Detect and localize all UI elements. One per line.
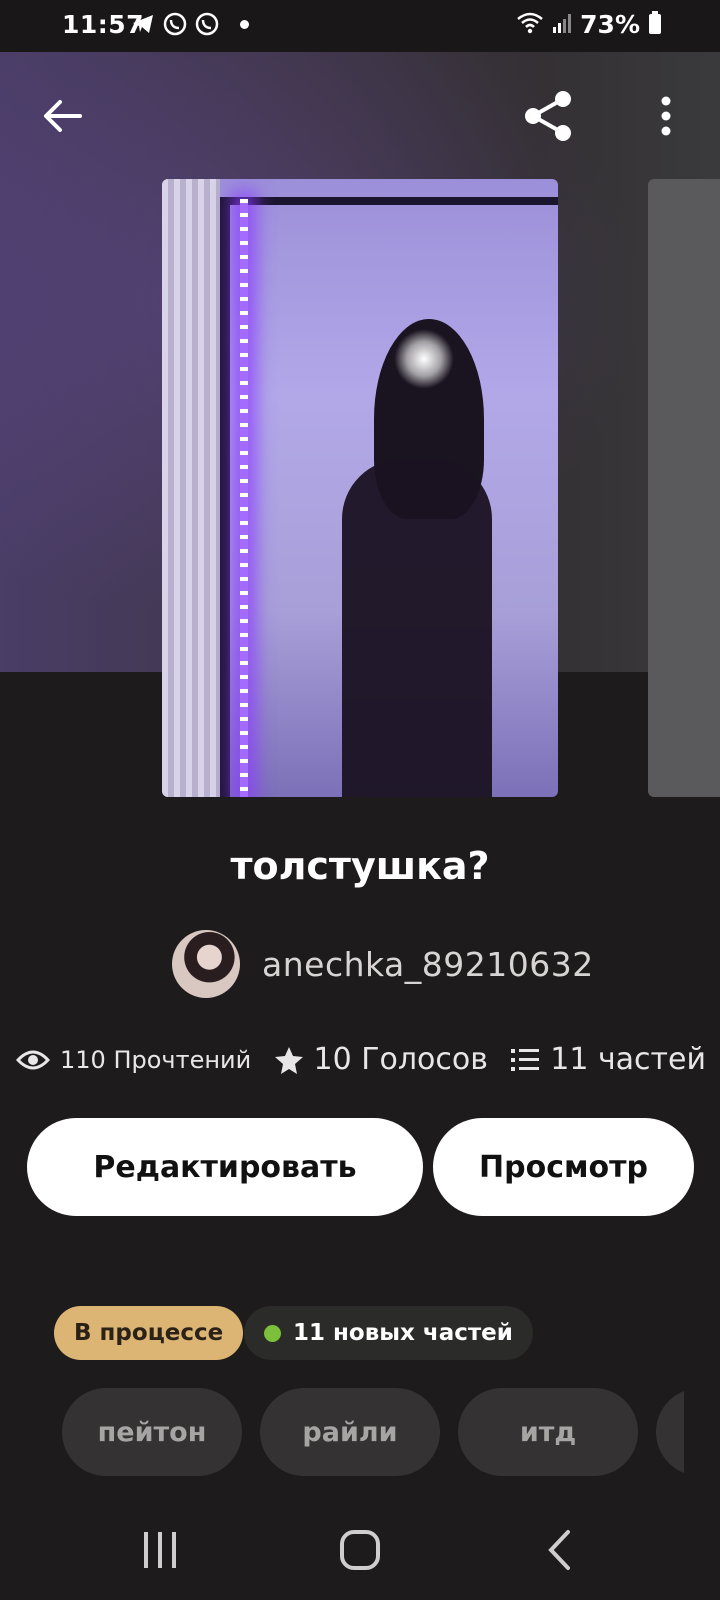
wifi-icon bbox=[516, 11, 544, 39]
signal-icon bbox=[552, 12, 572, 38]
back-nav-button[interactable] bbox=[520, 1510, 600, 1590]
reads-stat: 110 Прочтений bbox=[16, 1046, 251, 1074]
tag-item[interactable]: итд bbox=[458, 1388, 638, 1476]
new-indicator-dot bbox=[264, 1324, 281, 1342]
back-chevron-icon bbox=[548, 1530, 570, 1570]
more-options-button[interactable] bbox=[636, 86, 696, 146]
author-row[interactable]: anechka_89210632 bbox=[172, 930, 594, 998]
list-icon bbox=[511, 1048, 540, 1071]
system-navigation-bar bbox=[0, 1500, 720, 1600]
votes-count: 10 Голосов bbox=[313, 1042, 488, 1077]
battery-icon bbox=[648, 10, 662, 39]
reads-count: 110 Прочтений bbox=[60, 1045, 252, 1074]
eye-icon bbox=[16, 1050, 50, 1069]
parts-count[interactable]: 11 частей bbox=[550, 1042, 706, 1077]
status-bar: 11:57 73% bbox=[0, 0, 720, 52]
tag-list: пейтон райли итд bbox=[62, 1388, 684, 1478]
telegram-icon bbox=[130, 11, 156, 37]
viber-icon bbox=[194, 11, 220, 37]
next-story-cover[interactable] bbox=[648, 179, 720, 797]
recent-apps-icon bbox=[144, 1532, 176, 1568]
new-parts-label: 11 новых частей bbox=[293, 1320, 513, 1346]
status-notification-icons bbox=[130, 11, 249, 37]
viber-icon bbox=[162, 11, 188, 37]
recent-apps-button[interactable] bbox=[120, 1510, 200, 1590]
star-icon bbox=[274, 1046, 303, 1074]
tag-item[interactable]: пейтон bbox=[62, 1388, 242, 1476]
parts-stat[interactable]: 11 частей bbox=[510, 1042, 706, 1077]
new-parts-badge: 11 новых частей bbox=[244, 1306, 533, 1360]
share-button[interactable] bbox=[518, 86, 578, 146]
tag-item[interactable]: райли bbox=[260, 1388, 440, 1476]
share-icon bbox=[525, 91, 571, 141]
edit-button[interactable]: Редактировать bbox=[27, 1118, 423, 1216]
notification-dot-icon bbox=[240, 19, 249, 29]
home-icon bbox=[340, 1530, 380, 1570]
votes-stat: 10 Голосов bbox=[274, 1042, 488, 1077]
back-arrow-icon bbox=[44, 100, 82, 132]
battery-percent: 73% bbox=[580, 10, 640, 39]
author-name[interactable]: anechka_89210632 bbox=[262, 945, 594, 984]
status-badge: В процессе bbox=[54, 1306, 244, 1360]
story-title: толстушка? bbox=[230, 844, 490, 888]
home-button[interactable] bbox=[320, 1510, 400, 1590]
author-avatar[interactable] bbox=[172, 930, 240, 998]
back-button[interactable] bbox=[32, 86, 92, 146]
tag-item[interactable] bbox=[656, 1388, 684, 1476]
story-cover-image[interactable] bbox=[162, 179, 558, 797]
story-stats: 110 Прочтений 10 Голосов 11 частей bbox=[16, 1042, 706, 1077]
more-vertical-icon bbox=[661, 96, 671, 136]
status-system-icons: 73% bbox=[516, 10, 662, 39]
view-button[interactable]: Просмотр bbox=[433, 1118, 694, 1216]
